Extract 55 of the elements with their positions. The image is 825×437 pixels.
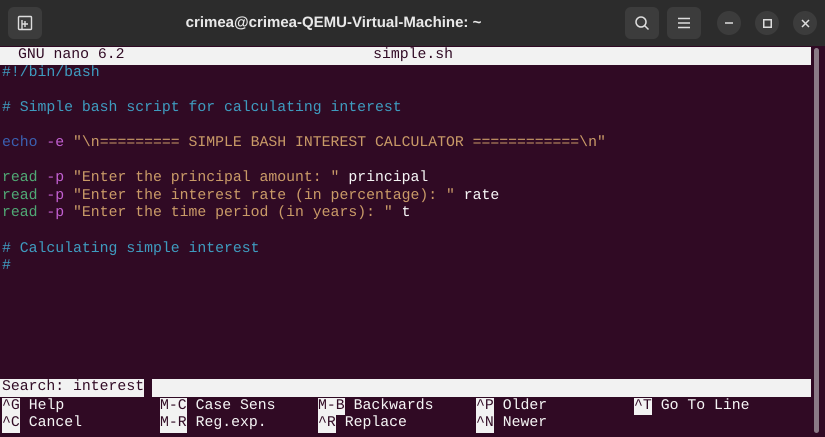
code-token: #!/bin/bash [2, 64, 100, 82]
menu-button[interactable] [667, 7, 701, 39]
code-token: -p [45, 188, 64, 206]
shortcut-key: ^N [476, 415, 494, 433]
shortcut-label: Case Sens [196, 398, 276, 416]
shortcut-key: M-R [160, 415, 187, 433]
shortcut-label: Go To Line [660, 398, 750, 416]
code-token: t [400, 205, 410, 223]
shortcut-key: ^G [2, 398, 20, 416]
minimize-button[interactable] [717, 11, 741, 35]
new-tab-icon [17, 15, 33, 31]
minimize-icon [725, 22, 733, 24]
menu-icon [677, 17, 691, 29]
shortcut-key: ^C [2, 415, 20, 433]
code-token: read [2, 170, 38, 188]
code-token: -p [45, 205, 64, 223]
file-name: simple.sh [373, 47, 453, 65]
scrollbar[interactable] [814, 48, 819, 433]
shortcut-label: Reg.exp. [196, 415, 267, 433]
window-title: crimea@crimea-QEMU-Virtual-Machine: ~ [186, 12, 482, 33]
shortcut-label: Cancel [28, 415, 82, 433]
search-prompt[interactable]: Search: interest [0, 379, 144, 397]
code-token: rate [462, 188, 500, 206]
shortcut-key: ^R [318, 415, 336, 433]
code-token: read [2, 205, 38, 223]
close-button[interactable] [793, 11, 817, 35]
code-token: -e [45, 134, 64, 153]
code-token: -p [45, 170, 64, 188]
code-token: "Enter the principal amount: " [72, 170, 340, 188]
search-icon [634, 15, 650, 31]
shortcut-key: ^P [476, 398, 494, 416]
search-input-field[interactable] [152, 379, 811, 397]
shortcut-label: Backwards [354, 398, 434, 415]
search-button[interactable] [625, 7, 659, 39]
shortcut-key: ^T [634, 398, 652, 416]
editor-version: GNU nano 6.2 [17, 47, 125, 65]
code-token: "Enter the time period (in years): " [72, 205, 393, 223]
code-token: # Simple bash script for calculating interest [2, 100, 402, 118]
code-token: "Enter the interest rate (in percentage): " [72, 188, 455, 205]
shortcut-key: M-C [160, 398, 187, 416]
shortcut-label: Newer [502, 415, 548, 433]
shortcut-label: Older [502, 398, 548, 416]
code-token: # Calculating simple interest [2, 240, 260, 258]
code-token: echo [2, 134, 38, 153]
maximize-button[interactable] [755, 11, 779, 35]
shortcut-label: Replace [344, 415, 407, 433]
shortcut-label: Help [28, 398, 64, 415]
code-token: # [2, 258, 11, 276]
maximize-icon [762, 18, 772, 28]
code-token: "\n========= SIMPLE BASH INTEREST CALCULATOR ============\n" [72, 134, 606, 153]
new-tab-button[interactable] [8, 7, 42, 39]
close-icon [800, 18, 810, 28]
code-token: read [2, 188, 38, 205]
code-token: principal [347, 170, 428, 188]
shortcut-key: M-B [318, 398, 345, 416]
